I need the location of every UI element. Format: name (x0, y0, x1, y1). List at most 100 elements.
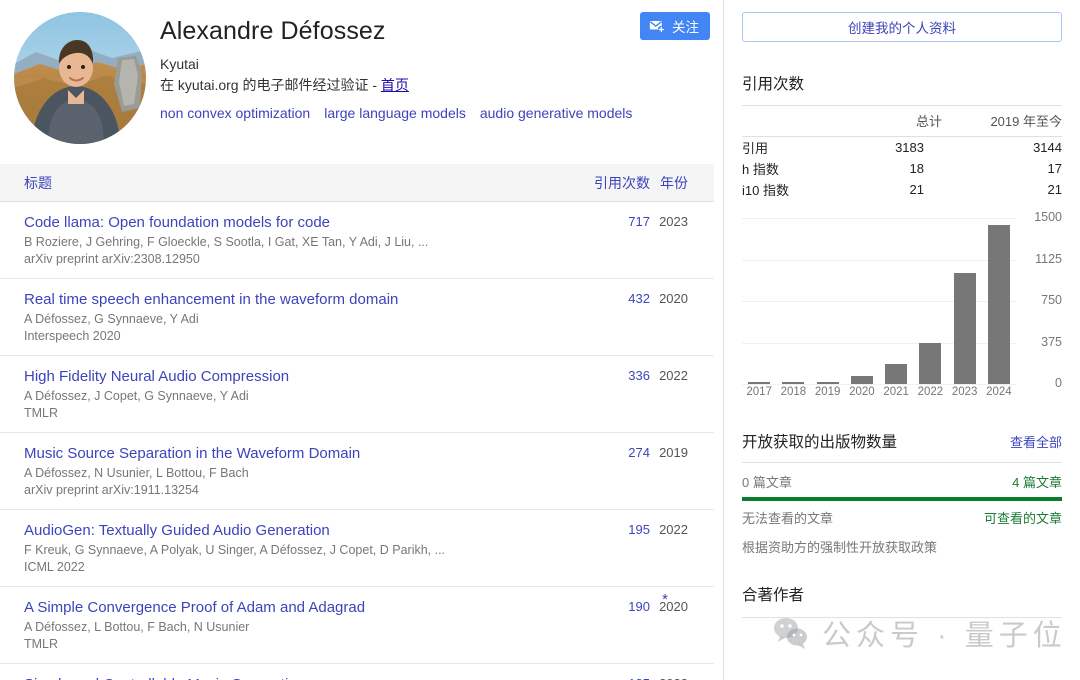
chart-bar-cell[interactable] (742, 218, 776, 384)
chart-x-axis: 2017 2018 2019 2020 2021 2022 2023 2024 (742, 386, 1016, 398)
create-profile-label: 创建我的个人资料 (848, 21, 956, 36)
avatar[interactable] (14, 12, 146, 144)
chart-bar-cell[interactable] (776, 218, 810, 384)
chart-bar-cell[interactable] (913, 218, 947, 384)
affiliation: Kyutai (160, 56, 199, 72)
publication-title[interactable]: Code llama: Open foundation models for c… (24, 213, 566, 232)
citation-header-recent: 2019 年至今 (942, 105, 1062, 137)
open-access-title: 开放获取的出版物数量 (742, 434, 898, 451)
citation-row-hindex: h 指数 18 17 (742, 158, 1062, 179)
publication-cell: A Simple Convergence Proof of Adam and A… (0, 598, 566, 653)
table-row[interactable]: Music Source Separation in the Waveform … (0, 433, 714, 510)
chart-plot-area (742, 218, 1016, 385)
publication-year: 2019 (659, 445, 688, 460)
table-row[interactable]: Simple and Controllable Music Generation… (0, 664, 714, 680)
citation-count[interactable]: 432 (628, 291, 650, 306)
create-profile-button[interactable]: 创建我的个人资料 (742, 12, 1062, 42)
publication-year: 2020 (659, 599, 688, 614)
publication-cell: Code llama: Open foundation models for c… (0, 213, 566, 268)
table-row[interactable]: Code llama: Open foundation models for c… (0, 202, 714, 279)
publication-citations[interactable]: 274 (566, 444, 650, 499)
publication-venue: ICML 2022 (24, 560, 85, 574)
publication-citations[interactable]: 432 (566, 290, 650, 345)
chart-x-tick-label: 2023 (951, 386, 978, 398)
publication-year: 2023 (650, 675, 714, 680)
chart-bar[interactable] (782, 382, 805, 384)
publication-title[interactable]: AudioGen: Textually Guided Audio Generat… (24, 521, 566, 540)
citation-count[interactable]: 274 (628, 445, 650, 460)
chart-bar-cell[interactable] (811, 218, 845, 384)
available-label: 可查看的文章 (983, 511, 1062, 526)
publication-citations[interactable]: 717 (566, 213, 650, 268)
publication-authors: F Kreuk, G Synnaeve, A Polyak, U Singer,… (24, 543, 446, 557)
main-content: Alexandre Défossez Kyutai 在 kyutai.org 的… (0, 0, 724, 680)
column-header-title[interactable]: 标题 (0, 173, 566, 193)
interest-link-0[interactable]: non convex optimization (160, 105, 310, 121)
chart-bar-cell[interactable] (948, 218, 982, 384)
chart-bar[interactable] (885, 364, 908, 384)
citation-row-total: 21 (909, 182, 924, 197)
chart-bar[interactable] (919, 342, 942, 384)
publication-authors: B Roziere, J Gehring, F Gloeckle, S Soot… (24, 235, 429, 249)
citation-count[interactable]: 185 (628, 676, 650, 680)
citation-count[interactable]: 717 (628, 214, 650, 229)
publication-title[interactable]: Real time speech enhancement in the wave… (24, 290, 566, 309)
publication-year: 2022 (659, 368, 688, 383)
chart-y-tick-label: 1500 (1034, 210, 1062, 224)
follow-button-label: 关注 (672, 20, 699, 35)
citation-row-recent: 21 (1047, 182, 1062, 197)
citation-row-label: i10 指数 (742, 183, 789, 198)
follow-button[interactable]: 关注 (640, 12, 710, 40)
chart-bar-cell[interactable] (982, 218, 1016, 384)
table-header-row: 标题 引用次数 年份 (0, 164, 714, 202)
publication-citations[interactable]: 195 (566, 521, 650, 576)
citation-row-recent[interactable]: 3144 (942, 137, 1062, 159)
column-header-citations[interactable]: 引用次数 (566, 173, 650, 193)
chart-bar-cell[interactable] (879, 218, 913, 384)
publication-citations[interactable]: 185 (566, 675, 650, 680)
citation-count[interactable]: 190 (628, 599, 650, 614)
chart-x-tick-label: 2020 (849, 386, 875, 398)
citation-row-label: h 指数 (742, 162, 779, 177)
chart-x-tick-label: 2017 (746, 386, 772, 398)
publication-cell: Real time speech enhancement in the wave… (0, 290, 566, 345)
homepage-link[interactable]: 首页 (381, 77, 409, 93)
publication-venue: Interspeech 2020 (24, 329, 121, 343)
publication-authors: A Défossez, J Copet, G Synnaeve, Y Adi (24, 389, 249, 403)
table-row[interactable]: Real time speech enhancement in the wave… (0, 279, 714, 356)
publication-cell: High Fidelity Neural Audio Compression A… (0, 367, 566, 422)
open-access-header: 开放获取的出版物数量 查看全部 (742, 430, 1062, 452)
table-row[interactable]: A Simple Convergence Proof of Adam and A… (0, 587, 714, 664)
publication-title[interactable]: A Simple Convergence Proof of Adam and A… (24, 598, 566, 617)
citation-count[interactable]: 195 (628, 522, 650, 537)
chart-bar-cell[interactable] (845, 218, 879, 384)
open-access-note: 根据资助方的强制性开放获取政策 (742, 540, 938, 555)
unavailable-label: 无法查看的文章 (742, 511, 834, 526)
table-row[interactable]: High Fidelity Neural Audio Compression A… (0, 356, 714, 433)
publication-citations[interactable]: 336 (566, 367, 650, 422)
chart-bar[interactable] (987, 224, 1010, 384)
chart-bar[interactable] (850, 375, 873, 384)
avatar-container (14, 12, 150, 144)
chart-x-tick-label: 2022 (917, 386, 944, 398)
chart-bar[interactable] (816, 381, 839, 384)
view-all-link[interactable]: 查看全部 (1010, 432, 1062, 451)
citations-bar-chart[interactable]: 2017 2018 2019 2020 2021 2022 2023 2024 0 375 750… (742, 210, 1062, 404)
publication-title[interactable]: Simple and Controllable Music Generation (24, 675, 566, 680)
publication-citations[interactable]: 190 * (566, 591, 668, 653)
table-row[interactable]: AudioGen: Textually Guided Audio Generat… (0, 510, 714, 587)
interest-link-2[interactable]: audio generative models (480, 105, 633, 121)
sidebar: 创建我的个人资料 引用次数 总计 2019 年至今 引用 3183 3144 h… (724, 0, 1080, 680)
publication-title[interactable]: High Fidelity Neural Audio Compression (24, 367, 566, 386)
chart-bar[interactable] (953, 273, 976, 384)
chart-x-tick-label: 2019 (814, 386, 841, 398)
citation-row-total[interactable]: 3183 (837, 137, 942, 159)
chart-y-tick-label: 750 (1041, 293, 1062, 307)
interest-link-1[interactable]: large language models (324, 105, 466, 121)
citation-header-total: 总计 (837, 105, 942, 137)
chart-bar[interactable] (748, 382, 771, 384)
column-header-year[interactable]: 年份 (650, 173, 714, 193)
publication-title[interactable]: Music Source Separation in the Waveform … (24, 444, 566, 463)
citation-count[interactable]: 336 (628, 368, 650, 383)
profile-info: Alexandre Défossez Kyutai 在 kyutai.org 的… (150, 12, 723, 144)
